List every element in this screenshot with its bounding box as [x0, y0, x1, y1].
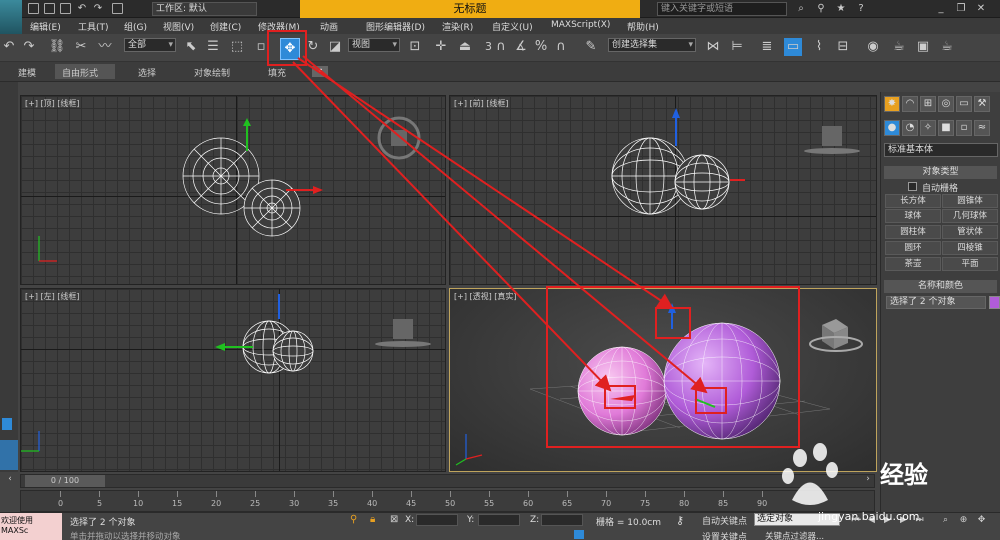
- spacewarps-icon[interactable]: ≈: [974, 120, 990, 136]
- tick-label: 10: [133, 499, 144, 508]
- tick-label: 15: [172, 499, 183, 508]
- set-key-button[interactable]: 设置关键点: [702, 530, 747, 540]
- tick: [255, 491, 256, 497]
- box-button[interactable]: 长方体: [885, 194, 941, 208]
- tick: [723, 491, 724, 497]
- track-bar[interactable]: 0 5 10 15 20 25 30 35 40 45 50 55 60 65 …: [20, 490, 875, 512]
- create-tab-icon[interactable]: ✸: [884, 96, 900, 112]
- tick-label: 90: [757, 499, 768, 508]
- modify-tab-icon[interactable]: ◠: [902, 96, 918, 112]
- tick: [294, 491, 295, 497]
- tick: [762, 491, 763, 497]
- object-type-rollout[interactable]: 对象类型: [884, 166, 997, 179]
- helpers-icon[interactable]: ▫: [956, 120, 972, 136]
- z-coord-field[interactable]: [541, 514, 583, 526]
- tick: [216, 491, 217, 497]
- tick-label: 40: [367, 499, 378, 508]
- baidu-jingyan-text: 经验: [880, 461, 928, 489]
- tick-label: 60: [523, 499, 534, 508]
- selection-status: 选择了 2 个对象: [70, 518, 136, 528]
- category-select[interactable]: 标准基本体: [884, 143, 998, 157]
- tick: [411, 491, 412, 497]
- tick-label: 25: [250, 499, 261, 508]
- tick-label: 30: [289, 499, 300, 508]
- cylinder-button[interactable]: 圆柱体: [885, 225, 941, 239]
- utilities-tab-icon[interactable]: ⚒: [974, 96, 990, 112]
- pan-icon[interactable]: ✥: [976, 515, 987, 526]
- lock-selection-icon[interactable]: 🔒︎: [370, 514, 375, 525]
- tick-label: 75: [640, 499, 651, 508]
- autogrid-checkbox[interactable]: [908, 182, 917, 191]
- isolate-icon[interactable]: ⚲: [350, 514, 357, 525]
- tick: [333, 491, 334, 497]
- y-coord-field[interactable]: [478, 514, 520, 526]
- maxscript-listener[interactable]: 欢迎使用 MAXSc: [0, 513, 62, 540]
- motion-tab-icon[interactable]: ◎: [938, 96, 954, 112]
- add-time-tag-icon[interactable]: [574, 530, 584, 539]
- name-color-rollout[interactable]: 名称和颜色: [884, 280, 997, 293]
- absolute-mode-icon[interactable]: ⊠: [390, 514, 398, 525]
- tick: [684, 491, 685, 497]
- hierarchy-tab-icon[interactable]: ⊞: [920, 96, 936, 112]
- tick-label: 35: [328, 499, 339, 508]
- tick: [606, 491, 607, 497]
- tick-label: 85: [718, 499, 729, 508]
- tick-label: 20: [211, 499, 222, 508]
- object-name-field[interactable]: 选择了 2 个对象: [886, 296, 986, 309]
- sphere-button[interactable]: 球体: [885, 209, 941, 223]
- tick: [372, 491, 373, 497]
- tick: [450, 491, 451, 497]
- tube-button[interactable]: 管状体: [942, 225, 998, 239]
- plane-button[interactable]: 平面: [942, 257, 998, 271]
- geometry-icon[interactable]: ●: [884, 120, 900, 136]
- auto-key-button[interactable]: 自动关键点: [702, 514, 747, 527]
- object-color-swatch[interactable]: [989, 296, 1000, 309]
- tick: [138, 491, 139, 497]
- tick-label: 45: [406, 499, 417, 508]
- timeslider-prev-icon[interactable]: ‹: [4, 474, 16, 488]
- tick: [99, 491, 100, 497]
- geosphere-button[interactable]: 几何球体: [942, 209, 998, 223]
- autogrid-label: 自动栅格: [922, 184, 959, 194]
- tick-label: 5: [97, 499, 103, 508]
- tick-label: 65: [562, 499, 573, 508]
- lights-icon[interactable]: ✧: [920, 120, 936, 136]
- y-label: Y:: [467, 515, 475, 525]
- time-slider-thumb[interactable]: 0 / 100: [25, 475, 105, 487]
- tick-label: 70: [601, 499, 612, 508]
- key-icon[interactable]: ⚷: [676, 514, 684, 527]
- tick-label: 50: [445, 499, 456, 508]
- z-label: Z:: [530, 515, 540, 525]
- torus-button[interactable]: 圆环: [885, 241, 941, 255]
- tick: [177, 491, 178, 497]
- x-label: X:: [405, 515, 415, 525]
- teapot-button[interactable]: 茶壶: [885, 257, 941, 271]
- time-slider[interactable]: [20, 474, 875, 488]
- grid-size-readout: 栅格 = 10.0cm: [596, 518, 662, 528]
- shapes-icon[interactable]: ◔: [902, 120, 918, 136]
- pyramid-button[interactable]: 四棱锥: [942, 241, 998, 255]
- key-filters-button[interactable]: 关键点过滤器...: [765, 530, 824, 540]
- tick: [60, 491, 61, 497]
- cameras-icon[interactable]: ■: [938, 120, 954, 136]
- zoom-all-icon[interactable]: ⊕: [958, 515, 969, 526]
- prompt-line: 单击并拖动以选择并移动对象: [70, 532, 181, 540]
- tick: [489, 491, 490, 497]
- tick-label: 80: [679, 499, 690, 508]
- tick: [528, 491, 529, 497]
- tick-label: 0: [58, 499, 64, 508]
- tick: [567, 491, 568, 497]
- tick: [645, 491, 646, 497]
- display-tab-icon[interactable]: ▭: [956, 96, 972, 112]
- cone-button[interactable]: 圆锥体: [942, 194, 998, 208]
- watermark-url: jingyan.baidu.com: [818, 510, 920, 523]
- x-coord-field[interactable]: [416, 514, 458, 526]
- tick-label: 55: [484, 499, 495, 508]
